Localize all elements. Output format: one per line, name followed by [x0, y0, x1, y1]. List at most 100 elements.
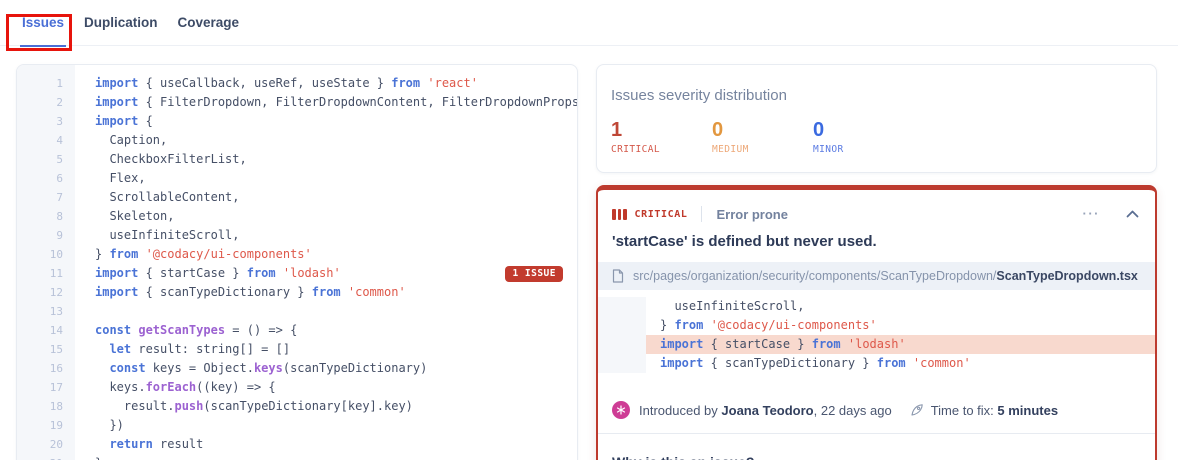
code-line-11: 11 import { startCase } from 'lodash' 1 IS…	[17, 264, 577, 283]
line-number: 13	[49, 305, 63, 318]
issue-title: 'startCase' is defined but never used.	[612, 233, 877, 250]
page: Issues Duplication Coverage 1 import { useC…	[0, 0, 1178, 460]
code-line-17: 17 keys.forEach((key) => {	[17, 378, 577, 397]
line-code: let result: string[] = []	[109, 342, 291, 356]
code-line-4: 4 Caption,	[17, 131, 577, 150]
code-line-10: 10} from '@codacy/ui-components'	[598, 316, 1155, 335]
tab-bar: Issues Duplication Coverage	[0, 0, 1178, 47]
line-number: 19	[49, 419, 63, 432]
severity-item-medium: 0 MEDIUM	[712, 119, 813, 155]
line-number: 16	[49, 362, 63, 375]
line-code: import { startCase } from 'lodash'	[646, 335, 1155, 354]
severity-count: 0	[712, 119, 724, 141]
introduced-by-text: Introduced by Joana Teodoro, 22 days ago	[639, 402, 892, 418]
severity-label: MINOR	[813, 144, 844, 155]
issue-code-snippet: 9 useInfiniteScroll,10} from '@codacy/ui…	[598, 297, 1155, 373]
header-divider	[701, 206, 703, 222]
line-number: 11	[49, 267, 63, 280]
line-code: })	[95, 418, 124, 432]
line-code: import {	[95, 114, 153, 128]
code-line-16: 16 const keys = Object.keys(scanTypeDict…	[17, 359, 577, 378]
line-number: 17	[49, 381, 63, 394]
code-line-11: 11import { startCase } from 'lodash'	[598, 335, 1155, 354]
severity-label: MEDIUM	[712, 144, 749, 155]
line-number: 20	[49, 438, 63, 451]
code-line-14: 14 const getScanTypes = () => {	[17, 321, 577, 340]
line-code: } from '@codacy/ui-components'	[95, 247, 312, 261]
code-line-7: 7 ScrollableContent,	[17, 188, 577, 207]
line-code: Skeleton,	[95, 209, 175, 223]
line-number: 7	[56, 191, 63, 204]
line-code: import { scanTypeDictionary } from 'comm…	[95, 285, 406, 299]
line-code: Flex,	[95, 171, 146, 185]
issue-category-label: Error prone	[716, 206, 788, 222]
code-line-10: 10 } from '@codacy/ui-components'	[17, 245, 577, 264]
code-line-5: 5 CheckboxFilterList,	[17, 150, 577, 169]
tab-duplication[interactable]: Duplication	[82, 0, 160, 46]
code-line-21: 21}	[17, 454, 577, 460]
file-icon	[612, 269, 624, 283]
author-name: Joana Teodoro	[721, 402, 814, 418]
critical-severity-icon	[612, 208, 627, 220]
severity-item-critical: 1 CRITICAL	[611, 119, 712, 155]
tab-issues[interactable]: Issues	[20, 0, 67, 47]
line-number: 15	[49, 343, 63, 356]
severity-items: 1 CRITICAL 0 MEDIUM 0 MINOR	[611, 119, 1142, 155]
code-line-18: 18 result.push(scanTypeDictionary[key].k…	[17, 397, 577, 416]
severity-count: 1	[611, 119, 623, 141]
line-number: 9	[56, 229, 63, 242]
line-code: import { scanTypeDictionary } from 'comm…	[660, 356, 971, 370]
avatar	[612, 401, 630, 419]
line-code: result.push(scanTypeDictionary[key].key)	[95, 399, 413, 413]
code-line-15: 15 let result: string[] = []	[17, 340, 577, 359]
line-code: keys.forEach((key) => {	[95, 380, 276, 394]
line-number: 4	[56, 134, 63, 147]
line-number: 10	[49, 248, 63, 261]
code-line-20: 20 return result	[17, 435, 577, 454]
line-code: Caption,	[95, 133, 168, 147]
tab-coverage[interactable]: Coverage	[176, 0, 242, 46]
issue-card-header: CRITICAL Error prone ···	[598, 190, 1155, 222]
line-code: import { useCallback, useRef, useState }…	[95, 76, 478, 90]
code-line-1: 1 import { useCallback, useRef, useState …	[17, 74, 577, 93]
severity-count: 0	[813, 119, 825, 141]
file-name: ScanTypeDropdown.tsx	[996, 269, 1138, 283]
file-path-bar[interactable]: src/pages/organization/security/componen…	[598, 262, 1155, 290]
line-code: useInfiniteScroll,	[660, 299, 805, 313]
severity-label: CRITICAL	[611, 144, 660, 155]
file-path: src/pages/organization/security/componen…	[633, 269, 1138, 283]
line-code: import { FilterDropdown, FilterDropdownC…	[95, 95, 577, 109]
code-line-12: 12 import { scanTypeDictionary } from 'co…	[17, 283, 577, 302]
line-code: const keys = Object.keys(scanTypeDiction…	[109, 361, 428, 375]
code-line-13: 13	[17, 302, 577, 321]
line-number: 12	[49, 286, 63, 299]
chevron-up-icon[interactable]	[1126, 210, 1139, 218]
issue-card-footer: Introduced by Joana Teodoro, 22 days ago…	[598, 383, 1155, 433]
issue-severity-label: CRITICAL	[634, 208, 688, 220]
code-line-19: 19 })	[17, 416, 577, 435]
line-number: 2	[56, 96, 63, 109]
line-code: ScrollableContent,	[95, 190, 240, 204]
time-to-fix-text: Time to fix: 5 minutes	[930, 402, 1059, 418]
severity-panel-title: Issues severity distribution	[611, 87, 787, 104]
line-code: const getScanTypes = () => {	[95, 323, 298, 337]
severity-item-minor: 0 MINOR	[813, 119, 914, 155]
code-line-3: 3 import {	[17, 112, 577, 131]
file-path-prefix: src/pages/organization/security/componen…	[633, 269, 997, 283]
code-line-12: 12import { scanTypeDictionary } from 'co…	[598, 354, 1155, 373]
issue-count-badge[interactable]: 1 ISSUE	[505, 266, 563, 282]
line-number: 21	[17, 454, 75, 460]
line-number: 1	[56, 77, 63, 90]
line-code: } from '@codacy/ui-components'	[660, 318, 877, 332]
severity-distribution-panel: Issues severity distribution 1 CRITICAL 0 M…	[596, 64, 1157, 173]
time-to-fix-value: 5 minutes	[997, 402, 1059, 418]
line-code: CheckboxFilterList,	[95, 152, 247, 166]
line-number: 8	[56, 210, 63, 223]
more-options-icon[interactable]: ···	[1083, 207, 1101, 220]
line-number: 3	[56, 115, 63, 128]
code-line-6: 6 Flex,	[17, 169, 577, 188]
rocket-icon	[910, 403, 924, 417]
line-number: 18	[49, 400, 63, 413]
line-code: return result	[109, 437, 204, 451]
